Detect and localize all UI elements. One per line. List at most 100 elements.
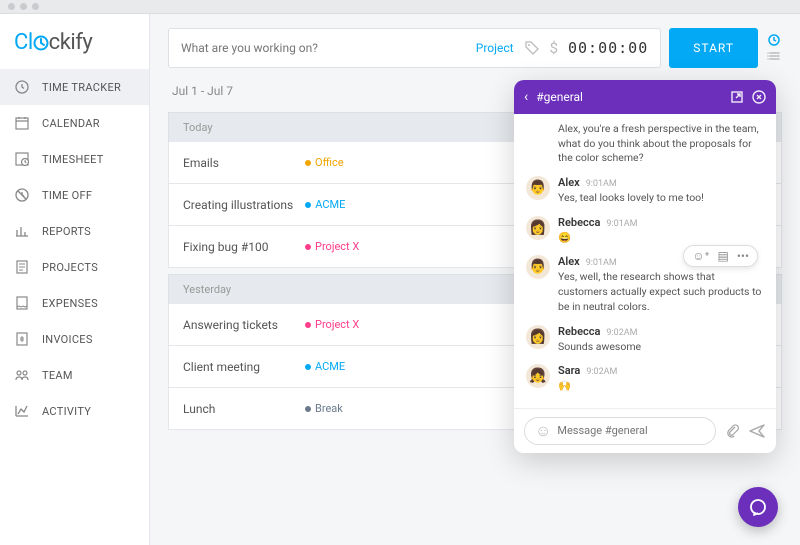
chat-input-field-wrap: ☺ xyxy=(524,417,716,445)
message-username: Alex xyxy=(558,176,580,189)
sidebar-item-label: TIME TRACKER xyxy=(42,81,121,94)
chat-back-icon[interactable]: ‹ xyxy=(524,89,528,105)
chat-input-bar: ☺ xyxy=(514,408,776,453)
message-username: Rebecca xyxy=(558,216,600,229)
chat-header: ‹ #general xyxy=(514,80,776,114)
calendar-icon xyxy=(14,115,30,131)
tracker-bar: Project $ 00:00:00 START xyxy=(150,14,800,76)
activity-icon xyxy=(14,403,30,419)
message-timestamp: 9:01AM xyxy=(586,179,617,189)
timeoff-icon xyxy=(14,187,30,203)
sidebar-item-activity[interactable]: ACTIVITY xyxy=(0,393,149,429)
list-mode-icon xyxy=(766,50,782,62)
browser-chrome xyxy=(0,0,800,14)
sidebar: Clckify TIME TRACKER CALENDAR TIMESHEET … xyxy=(0,14,150,545)
thread-icon[interactable]: ▤ xyxy=(718,249,729,263)
sidebar-item-time-off[interactable]: TIME OFF xyxy=(0,177,149,213)
sidebar-item-label: CALENDAR xyxy=(42,117,100,130)
sidebar-item-label: TIMESHEET xyxy=(42,153,104,166)
attach-icon[interactable] xyxy=(724,423,740,439)
avatar: 👩 xyxy=(526,216,550,240)
emoji-icon[interactable]: ☺ xyxy=(535,421,551,441)
entry-name: Fixing bug #100 xyxy=(183,240,293,254)
mode-toggle[interactable] xyxy=(766,34,782,62)
entry-project[interactable]: Project X xyxy=(305,318,359,331)
timer-mode-icon xyxy=(766,34,782,46)
logo-text-b: ckify xyxy=(49,30,93,55)
message-timestamp: 9:02AM xyxy=(586,367,617,377)
entry-name: Answering tickets xyxy=(183,318,293,332)
entry-name: Creating illustrations xyxy=(183,198,293,212)
tracker-input-box: Project $ 00:00:00 xyxy=(168,28,661,68)
sidebar-item-label: EXPENSES xyxy=(42,297,98,310)
sidebar-item-label: REPORTS xyxy=(42,225,91,238)
chat-channel-name: #general xyxy=(536,90,583,104)
entry-project[interactable]: ACME xyxy=(305,360,345,373)
sidebar-item-team[interactable]: TEAM xyxy=(0,357,149,393)
projects-icon xyxy=(14,259,30,275)
sidebar-item-label: TEAM xyxy=(42,369,73,382)
billable-icon[interactable]: $ xyxy=(550,39,558,57)
chat-message: 👩 Rebecca 9:02AM Sounds awesome xyxy=(526,325,764,355)
message-actions[interactable]: ☺⁺ ▤ ••• xyxy=(683,245,758,267)
message-timestamp: 9:01AM xyxy=(586,258,617,268)
tracker-description-input[interactable] xyxy=(181,41,466,55)
message-username: Alex xyxy=(558,255,580,268)
logo-text-a: Cl xyxy=(14,30,33,55)
chat-message: 👧 Sara 9:02AM 🙌 xyxy=(526,364,764,394)
chat-message: 👨 Alex 9:01AM Yes, well, the research shows… xyxy=(526,255,764,314)
send-icon[interactable] xyxy=(748,422,766,440)
entry-name: Client meeting xyxy=(183,360,293,374)
message-text: Yes, teal looks lovely to me too! xyxy=(558,191,764,206)
more-icon[interactable]: ••• xyxy=(737,249,749,263)
sidebar-item-label: INVOICES xyxy=(42,333,93,346)
sidebar-item-label: ACTIVITY xyxy=(42,405,91,418)
expenses-icon xyxy=(14,295,30,311)
sidebar-item-timesheet[interactable]: TIMESHEET xyxy=(0,141,149,177)
chat-popout-icon[interactable] xyxy=(730,90,744,104)
sidebar-item-label: PROJECTS xyxy=(42,261,98,274)
sidebar-item-label: TIME OFF xyxy=(42,189,92,202)
message-username: Rebecca xyxy=(558,325,600,338)
timesheet-icon xyxy=(14,151,30,167)
entry-name: Lunch xyxy=(183,402,293,416)
message-text: 🙌 xyxy=(558,379,764,394)
project-picker[interactable]: Project xyxy=(476,41,514,55)
chat-close-icon[interactable] xyxy=(752,90,766,104)
chat-message: 👨Alex9:01AMYes, teal looks lovely to me … xyxy=(526,176,764,206)
chat-message: Alex, you're a fresh perspective in the … xyxy=(526,122,764,166)
message-username: Sara xyxy=(558,364,580,377)
sidebar-item-projects[interactable]: PROJECTS xyxy=(0,249,149,285)
timer-display: 00:00:00 xyxy=(568,39,648,57)
message-text: Sounds awesome xyxy=(558,340,764,355)
entry-project[interactable]: ACME xyxy=(305,198,345,211)
sidebar-item-reports[interactable]: REPORTS xyxy=(0,213,149,249)
entry-project[interactable]: Office xyxy=(305,156,344,169)
team-icon xyxy=(14,367,30,383)
sidebar-item-expenses[interactable]: EXPENSES xyxy=(0,285,149,321)
chat-panel: ‹ #general Alex, you're a fresh perspect… xyxy=(514,80,776,453)
chat-message-input[interactable] xyxy=(557,424,705,437)
entry-project[interactable]: Project X xyxy=(305,240,359,253)
chat-message: 👩Rebecca9:01AM😄 xyxy=(526,216,764,246)
chat-bubble-icon xyxy=(748,497,768,517)
clock-icon xyxy=(14,79,30,95)
sidebar-item-calendar[interactable]: CALENDAR xyxy=(0,105,149,141)
avatar: 👧 xyxy=(526,364,550,388)
message-text: 😄 xyxy=(558,231,764,246)
entry-project[interactable]: Break xyxy=(305,402,343,415)
tag-icon[interactable] xyxy=(524,40,540,56)
message-text: Alex, you're a fresh perspective in the … xyxy=(558,122,764,166)
entry-name: Emails xyxy=(183,156,293,170)
message-text: Yes, well, the research shows that custo… xyxy=(558,270,764,314)
message-timestamp: 9:02AM xyxy=(606,328,637,338)
chat-messages: Alex, you're a fresh perspective in the … xyxy=(514,114,776,408)
start-button[interactable]: START xyxy=(669,28,758,68)
chat-fab[interactable] xyxy=(738,487,778,527)
sidebar-item-invoices[interactable]: INVOICES xyxy=(0,321,149,357)
react-icon[interactable]: ☺⁺ xyxy=(692,249,709,263)
invoices-icon xyxy=(14,331,30,347)
avatar: 👩 xyxy=(526,325,550,349)
sidebar-item-time-tracker[interactable]: TIME TRACKER xyxy=(0,69,149,105)
avatar: 👨 xyxy=(526,255,550,279)
